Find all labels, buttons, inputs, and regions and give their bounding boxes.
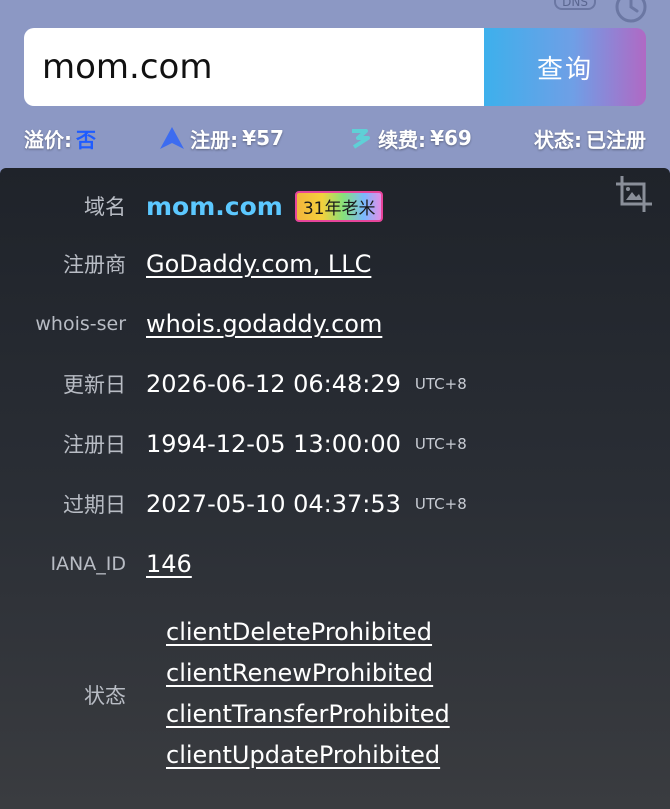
dns-icon[interactable]: DNS <box>554 0 596 10</box>
status-summary-label: 状态: <box>533 127 582 152</box>
whois-panel: 域名 mom.com 31年老米 注册商 GoDaddy.com, LLC wh… <box>0 168 670 809</box>
registered-date-row: 注册日 1994-12-05 13:00:00 UTC+8 <box>0 426 670 462</box>
expiry-date-row: 过期日 2027-05-10 04:37:53 UTC+8 <box>0 486 670 522</box>
registered-date-label: 注册日 <box>63 433 126 457</box>
registrar-logo-icon <box>160 127 185 149</box>
renew-label: 续费: <box>378 127 427 152</box>
register-price-info: 注册: ¥57 <box>158 124 284 153</box>
registrar-row: 注册商 GoDaddy.com, LLC <box>0 246 670 282</box>
search-bar: 查询 <box>24 28 646 106</box>
iana-id-row: IANA_ID 146 <box>0 546 670 582</box>
whois-server-link[interactable]: whois.godaddy.com <box>146 310 382 338</box>
search-input[interactable] <box>24 28 484 106</box>
iana-id-label: IANA_ID <box>50 553 126 575</box>
registrar-link[interactable]: GoDaddy.com, LLC <box>146 250 371 278</box>
domain-label: 域名 <box>84 195 126 219</box>
domain-status-list: clientDeleteProhibited clientRenewProhib… <box>166 612 450 776</box>
premium-value: 否 <box>76 127 96 152</box>
status-item-client-delete-prohibited[interactable]: clientDeleteProhibited <box>166 612 450 653</box>
domain-row: 域名 mom.com 31年老米 <box>0 188 670 224</box>
age-badge: 31年老米 <box>294 190 384 222</box>
register-price: ¥57 <box>242 126 284 150</box>
expiry-timezone: UTC+8 <box>414 495 467 513</box>
renew-price-info: 续费: ¥69 <box>346 124 472 153</box>
register-label: 注册: <box>190 127 239 152</box>
top-icons: DNS <box>548 0 648 26</box>
domain-status-label: 状态 <box>84 684 126 708</box>
registrar-label: 注册商 <box>63 253 126 277</box>
history-icon[interactable] <box>614 0 648 26</box>
status-item-client-renew-prohibited[interactable]: clientRenewProhibited <box>166 653 450 694</box>
expiry-date-label: 过期日 <box>63 493 126 517</box>
iana-id-link[interactable]: 146 <box>146 550 192 578</box>
status-item-client-update-prohibited[interactable]: clientUpdateProhibited <box>166 735 450 776</box>
whois-server-row: whois-ser whois.godaddy.com <box>0 306 670 342</box>
premium-label: 溢价: <box>24 127 72 152</box>
price-summary: 溢价: 否 注册: ¥57 续费: ¥69 状态: 已注册 <box>24 120 646 156</box>
registered-date-value: 1994-12-05 13:00:00 <box>146 430 401 458</box>
domain-value: mom.com <box>146 191 283 221</box>
expiry-date-value: 2027-05-10 04:37:53 <box>146 490 401 518</box>
status-info: 状态: 已注册 <box>534 124 646 153</box>
registered-timezone: UTC+8 <box>414 435 467 453</box>
updated-date-row: 更新日 2026-06-12 06:48:29 UTC+8 <box>0 366 670 402</box>
updated-timezone: UTC+8 <box>414 375 467 393</box>
renew-logo-icon <box>352 129 371 149</box>
whois-server-label: whois-ser <box>35 313 126 335</box>
status-item-client-transfer-prohibited[interactable]: clientTransferProhibited <box>166 694 450 735</box>
renew-price: ¥69 <box>430 126 472 150</box>
status-summary-value: 已注册 <box>585 127 646 152</box>
domain-status-block: 状态 clientDeleteProhibited clientRenewPro… <box>0 612 670 776</box>
updated-date-value: 2026-06-12 06:48:29 <box>146 370 401 398</box>
premium-info: 溢价: 否 <box>24 124 96 153</box>
updated-date-label: 更新日 <box>63 373 126 397</box>
search-button[interactable]: 查询 <box>484 28 646 106</box>
